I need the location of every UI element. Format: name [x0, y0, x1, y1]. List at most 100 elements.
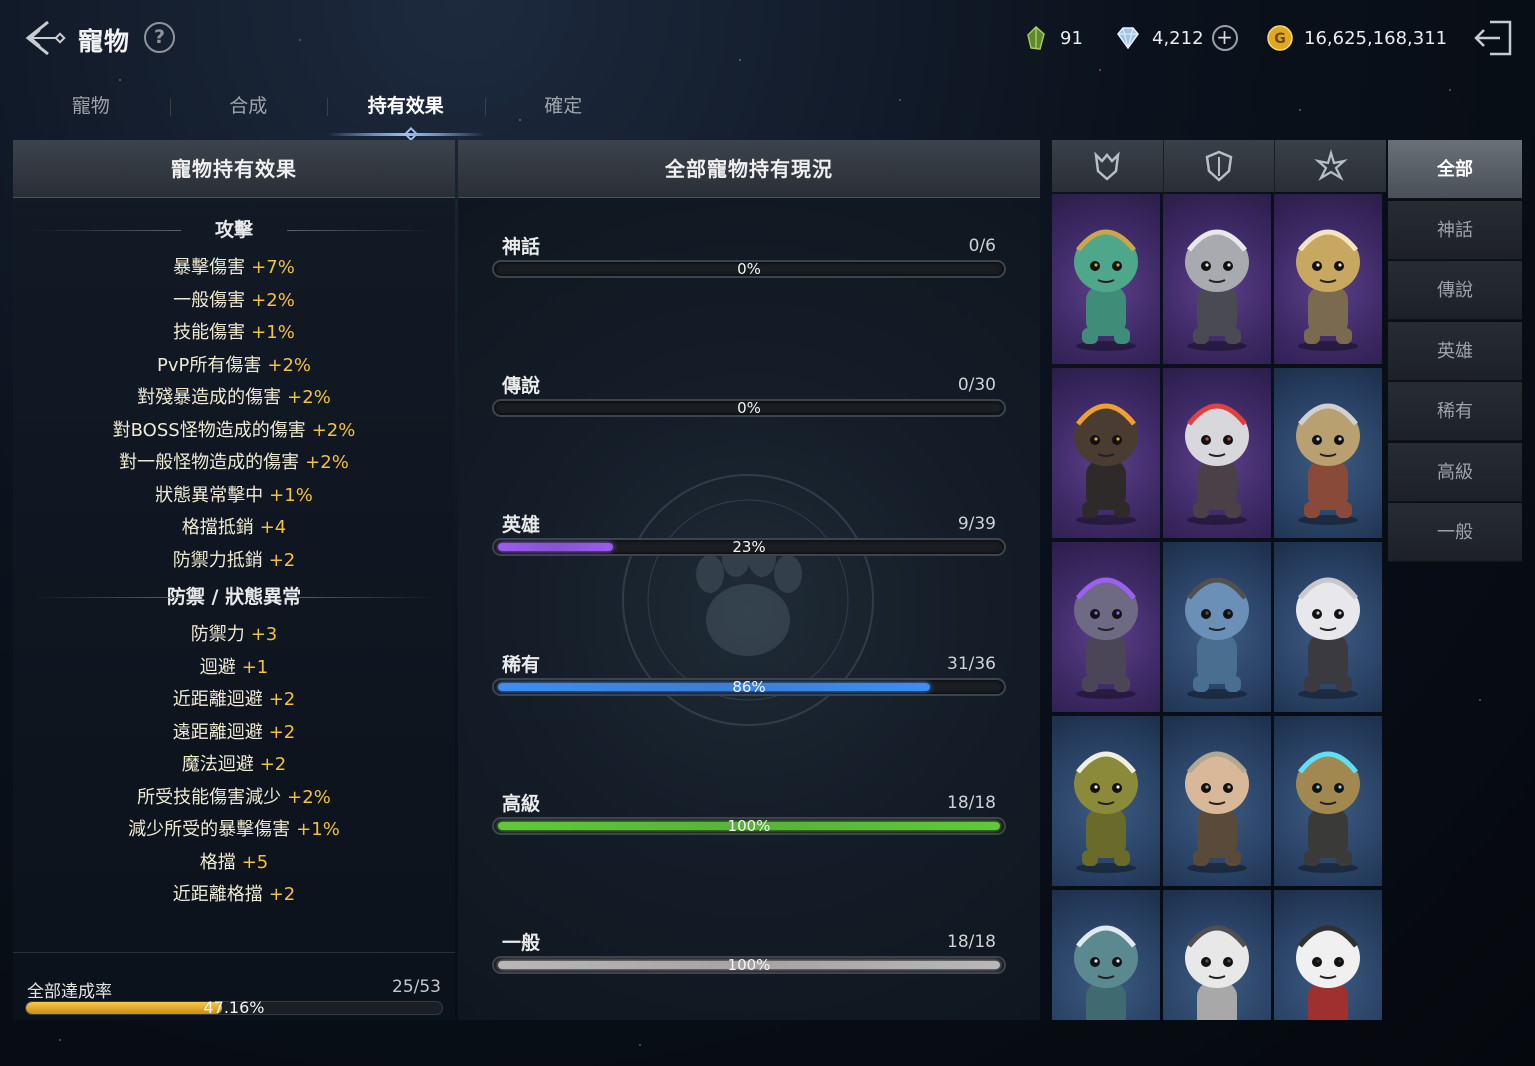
grade-filter-item[interactable]: 高級: [1388, 442, 1522, 502]
holding-effects-panel: 寵物持有效果 攻擊 暴擊傷害 +7% 一般傷害 +2% 技能傷害 +1% PvP所有傷害 +2%…: [13, 140, 455, 1020]
effect-name: 對BOSS怪物造成的傷害: [112, 419, 306, 441]
effect-section: 防禦 / 狀態異常 防禦力 +3 迴避 +1 近距離迴避 +2 遠距離迴避 +2 魔法迴避 +2 所受…: [13, 577, 455, 912]
effect-value: +7%: [251, 257, 295, 278]
green-boar-pet-icon: [1074, 751, 1138, 873]
pet-card[interactable]: [1274, 194, 1382, 364]
pet-card[interactable]: [1274, 542, 1382, 712]
attack-type-icon: [1094, 151, 1121, 181]
total-achievement-count: 25/53: [392, 977, 441, 997]
horned-beast-pet-icon: [1074, 403, 1138, 525]
effect-row: 對BOSS怪物造成的傷害 +2%: [13, 415, 455, 448]
valkyrie-pet-icon: [1296, 229, 1360, 351]
pet-card[interactable]: [1274, 368, 1382, 538]
effect-row: 近距離迴避 +2: [13, 684, 455, 717]
grade-percent: 0%: [737, 399, 761, 418]
effect-value: +1: [241, 656, 269, 678]
grade-percent: 86%: [732, 677, 766, 696]
pet-collection-grid-panel: [1052, 140, 1386, 1020]
grade-count: 0/30: [957, 375, 996, 396]
grade-filter-item[interactable]: 英雄: [1388, 321, 1522, 381]
tab-synthesis[interactable]: 合成: [169, 86, 328, 136]
grade-percent: 23%: [732, 538, 766, 557]
grade-name: 神話: [502, 236, 541, 258]
effect-value: +2: [268, 549, 296, 571]
exit-icon: [1474, 20, 1512, 56]
pet-card[interactable]: [1052, 716, 1160, 886]
grade-name: 傳說: [502, 375, 541, 398]
pet-card[interactable]: [1163, 194, 1271, 364]
effect-name: 暴擊傷害: [173, 257, 246, 278]
effect-value: +1%: [269, 484, 313, 506]
tab-confirm[interactable]: 確定: [484, 86, 643, 136]
horned-boar-pet-icon: [1074, 577, 1138, 699]
defense-type-icon: [1205, 150, 1233, 182]
grade-count: 18/18: [947, 792, 996, 813]
pet-card[interactable]: [1052, 542, 1160, 712]
pet-card[interactable]: [1052, 890, 1160, 1020]
grade-name: 英雄: [502, 514, 541, 537]
pet-card[interactable]: [1163, 368, 1271, 538]
tab-type-support[interactable]: [1275, 140, 1386, 192]
pet-card[interactable]: [1163, 542, 1271, 712]
effect-row: 一般傷害 +2%: [13, 285, 455, 318]
gold-coin-letter: G: [1274, 31, 1286, 47]
effect-row: 格擋 +5: [13, 847, 455, 880]
effect-section: 攻擊 暴擊傷害 +7% 一般傷害 +2% 技能傷害 +1% PvP所有傷害 +2% 對殘暴造成的傷…: [13, 210, 455, 577]
effect-name: 一般傷害: [173, 289, 246, 311]
pet-card[interactable]: [1163, 890, 1271, 1020]
effects-list[interactable]: 攻擊 暴擊傷害 +7% 一般傷害 +2% 技能傷害 +1% PvP所有傷害 +2% 對殘暴造成的傷…: [13, 210, 455, 934]
back-button[interactable]: [20, 16, 68, 60]
effect-row: 所受技能傷害減少 +2%: [13, 782, 455, 815]
grade-filter-item[interactable]: 神話: [1388, 200, 1522, 260]
gem-currency: 91: [1022, 22, 1083, 54]
grade-progress-row: 傳說 0/30 0%: [492, 371, 1006, 431]
pet-card[interactable]: [1163, 716, 1271, 886]
gold-currency: G 16,625,168,311: [1266, 22, 1447, 54]
effect-row: 遠距離迴避 +2: [13, 717, 455, 750]
grade-percent: 100%: [727, 816, 771, 835]
effect-name: 所受技能傷害減少: [137, 786, 282, 808]
effect-row: 防禦力 +3: [13, 619, 455, 652]
effect-value: +2%: [311, 419, 356, 441]
effect-row: PvP所有傷害 +2%: [13, 350, 455, 383]
pet-card[interactable]: [1274, 890, 1382, 1020]
effect-section-title: 攻擊: [13, 210, 455, 250]
effect-row: 魔法迴避 +2: [13, 749, 455, 782]
tab-type-defense[interactable]: [1164, 140, 1276, 192]
grade-progress-row: 高級 18/18 100%: [492, 789, 1006, 849]
effect-row: 對殘暴造成的傷害 +2%: [13, 382, 455, 415]
effect-row: 技能傷害 +1%: [13, 317, 455, 350]
grade-filter-item[interactable]: 一般: [1388, 503, 1522, 562]
tab-holding-effect[interactable]: 持有效果: [327, 86, 485, 142]
white-lion-pet-icon: [1185, 925, 1249, 1020]
grade-filter-list: 全部 神話 傳說 英雄 稀有 高級 一般: [1388, 140, 1522, 564]
grade-filter-item[interactable]: 傳說: [1388, 261, 1522, 320]
effect-value: +5: [241, 851, 269, 873]
effect-name: PvP所有傷害: [156, 354, 262, 376]
pet-card[interactable]: [1052, 368, 1160, 538]
tab-pet[interactable]: 寵物: [12, 86, 170, 136]
grade-filter-item[interactable]: 稀有: [1388, 382, 1522, 441]
grade-filter-item[interactable]: 全部: [1388, 140, 1522, 199]
add-diamond-button[interactable]: +: [1211, 25, 1238, 51]
spiked-beast-pet-icon: [1074, 925, 1138, 1020]
effect-name: 魔法迴避: [181, 754, 254, 775]
viking-dwarf-pet-icon: [1185, 751, 1249, 873]
effect-row: 減少所受的暴擊傷害 +1%: [13, 814, 455, 847]
effect-value: +2%: [267, 354, 311, 376]
effect-name: 近距離迴避: [172, 689, 263, 710]
pet-card[interactable]: [1274, 716, 1382, 886]
effect-name: 對殘暴造成的傷害: [137, 387, 282, 408]
effect-value: +2: [268, 884, 296, 905]
skull-knight-pet-icon: [1185, 229, 1249, 351]
exit-button[interactable]: [1470, 16, 1518, 60]
pyramid-guardian-pet-icon: [1296, 751, 1360, 873]
grade-progress-row: 神話 0/6 0%: [492, 232, 1006, 292]
tab-type-attack[interactable]: [1052, 140, 1164, 192]
effect-row: 暴擊傷害 +7%: [13, 252, 455, 285]
effect-name: 技能傷害: [173, 322, 246, 343]
effect-value: +1%: [251, 322, 295, 343]
pet-card[interactable]: [1052, 194, 1160, 364]
effect-name: 近距離格擋: [172, 884, 263, 905]
help-button[interactable]: ?: [144, 22, 175, 53]
